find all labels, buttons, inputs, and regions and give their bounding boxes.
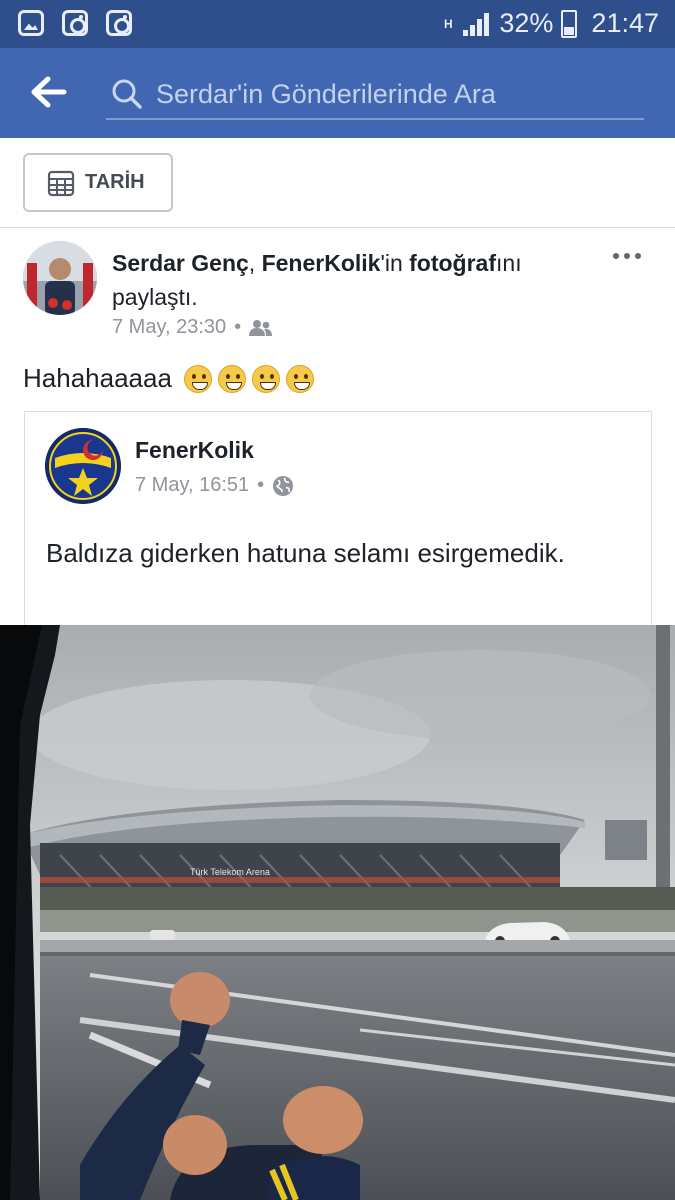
network-type: H	[444, 16, 453, 31]
shared-timestamp[interactable]: 7 May, 16:51	[135, 474, 249, 497]
laughing-emoji-icon	[251, 364, 280, 393]
object-link[interactable]: fotoğraf	[409, 250, 496, 276]
separator: ,	[248, 250, 262, 276]
post-meta: 7 May, 23:30 •	[112, 316, 273, 339]
shared-photo[interactable]: Türk Telekom Arena	[0, 625, 675, 1200]
status-right: H 32% 21:47	[441, 8, 659, 39]
meta-dot: •	[257, 474, 265, 496]
tears-of-joy-emoji-icon	[285, 364, 314, 393]
page-ref[interactable]: FenerKolik	[262, 250, 381, 276]
shared-post-meta: 7 May, 16:51 •	[135, 474, 294, 497]
grinning-emoji-icon	[183, 364, 212, 393]
calendar-icon	[47, 170, 75, 196]
status-bar: H 32% 21:47	[0, 0, 675, 48]
instagram-icon	[62, 10, 88, 36]
shared-post-card[interactable]: FenerKolik 7 May, 16:51 • Baldıza giderk…	[24, 411, 652, 626]
page-avatar[interactable]	[45, 428, 121, 504]
signal-icon	[463, 12, 491, 36]
page-suffix: 'in	[380, 250, 410, 276]
post-text-content: Hahahaaaaa	[23, 363, 172, 393]
meta-dot: •	[234, 316, 242, 338]
grimacing-emoji-icon	[217, 364, 246, 393]
shared-post-text: Baldıza giderken hatuna selamı esirgemed…	[46, 538, 565, 568]
filter-bar: TARİH	[0, 138, 675, 228]
post-timestamp[interactable]: 7 May, 23:30	[112, 316, 226, 339]
shared-page-name[interactable]: FenerKolik	[135, 437, 254, 464]
more-options-icon[interactable]	[613, 253, 641, 259]
stadium-sign: Türk Telekom Arena	[190, 867, 270, 877]
gallery-icon	[18, 10, 44, 36]
post-header: Serdar Genç, FenerKolik'in fotoğrafını p…	[112, 246, 572, 314]
fenerkolik-logo	[45, 428, 121, 504]
search-icon	[112, 79, 142, 109]
author-name[interactable]: Serdar Genç	[112, 250, 249, 276]
date-filter-button[interactable]: TARİH	[23, 153, 173, 212]
search-field[interactable]	[106, 70, 644, 120]
friends-icon	[249, 319, 273, 336]
avatar-image	[23, 241, 97, 315]
instagram-icon	[106, 10, 132, 36]
search-header	[0, 48, 675, 138]
post-text: Hahahaaaaa	[23, 363, 314, 394]
search-input[interactable]	[144, 78, 644, 110]
back-arrow-icon	[31, 76, 67, 108]
date-filter-label: TARİH	[85, 171, 145, 193]
clock: 21:47	[591, 8, 659, 38]
notification-icons	[18, 10, 132, 36]
battery-percent: 32%	[499, 8, 554, 38]
back-button[interactable]	[30, 74, 70, 110]
globe-icon	[273, 475, 294, 496]
stadium-photo: Türk Telekom Arena	[0, 625, 675, 1200]
battery-icon	[561, 9, 578, 38]
author-avatar[interactable]	[23, 241, 97, 315]
